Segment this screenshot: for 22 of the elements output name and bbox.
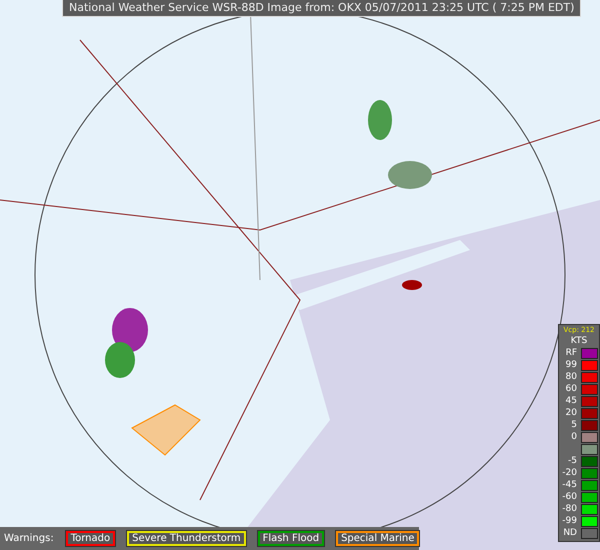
warning-tag: Special Marine	[336, 531, 420, 546]
legend-label: ND	[562, 528, 577, 539]
warnings-label: Warnings:	[4, 533, 54, 544]
legend-label: 99	[564, 360, 577, 371]
legend-label: -45	[561, 480, 577, 491]
legend-label: 20	[564, 408, 577, 419]
legend-label: RF	[564, 348, 577, 359]
legend-label: -80	[561, 504, 577, 515]
warning-tag: Severe Thunderstorm	[127, 531, 246, 546]
legend-label: 5	[570, 420, 577, 431]
legend-label: -60	[561, 492, 577, 503]
legend-label: 60	[564, 384, 577, 395]
warning-tag: Tornado	[66, 531, 116, 546]
legend-label: 45	[564, 396, 577, 407]
legend-label: -20	[561, 468, 577, 479]
legend-label: 80	[564, 372, 577, 383]
units-label: KTS	[570, 336, 588, 347]
legend-label: -5	[567, 456, 577, 467]
legend-label: -99	[561, 516, 577, 527]
title-bar: National Weather Service WSR-88D Image from: OKX 05/07/2011 23:25 UTC ( 7:25 PM EDT)	[62, 0, 582, 17]
legend-label: 0	[570, 432, 577, 443]
warning-tag: Flash Flood	[258, 531, 324, 546]
